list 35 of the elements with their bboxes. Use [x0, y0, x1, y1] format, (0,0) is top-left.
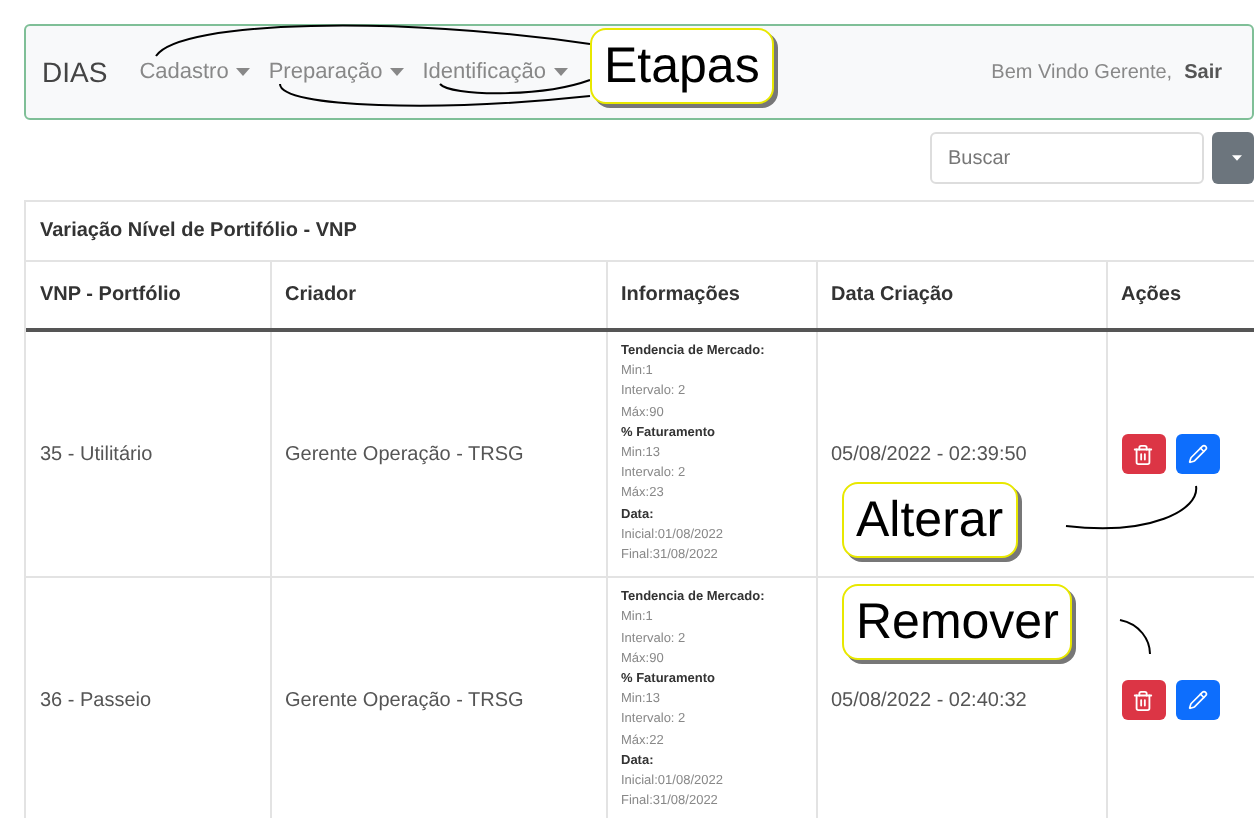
caret-icon — [390, 68, 405, 76]
column-header: Informações — [606, 262, 816, 330]
menu-item[interactable]: Cadastro — [139, 60, 251, 84]
caret-icon — [553, 68, 568, 76]
logout-link[interactable]: Sair — [1184, 61, 1222, 83]
pencil-icon — [1187, 690, 1207, 711]
trash-icon — [1132, 689, 1154, 712]
delete-button[interactable] — [1121, 434, 1165, 475]
column-header: Ações — [1106, 262, 1254, 330]
table-cell: Gerente Operação - TRSG — [270, 330, 606, 578]
pencil-icon — [1187, 444, 1207, 465]
search-field[interactable]: Buscar — [930, 132, 1204, 184]
caret-icon — [1232, 154, 1242, 162]
callout-label: Alterar — [842, 482, 1018, 558]
menu-item[interactable]: Identificação — [422, 60, 568, 84]
dropdown-button[interactable] — [1212, 132, 1254, 184]
edit-button[interactable] — [1175, 680, 1219, 721]
column-header: Data Criação — [816, 262, 1106, 330]
callout-label: Remover — [842, 584, 1073, 660]
card-title: Variação Nível de Portifólio - VNP — [26, 202, 1254, 262]
brand[interactable]: DIAS — [42, 56, 108, 88]
caret-icon — [236, 68, 251, 76]
edit-button[interactable] — [1175, 434, 1219, 475]
trash-icon — [1132, 443, 1154, 466]
table-cell: 35 - Utilitário — [26, 330, 270, 578]
greeting: Bem Vindo Gerente, — [991, 61, 1173, 83]
leader-line — [1119, 619, 1151, 655]
column-header: Criador — [270, 262, 606, 330]
callout-label: Etapas — [590, 28, 774, 104]
table-cell: 36 - Passeio — [26, 577, 270, 818]
menu-item[interactable]: Preparação — [268, 60, 405, 84]
column-header: VNP - Portfólio — [26, 262, 270, 330]
leader-line — [1065, 485, 1197, 530]
table-cell: Gerente Operação - TRSG — [270, 577, 606, 818]
delete-button[interactable] — [1121, 680, 1165, 721]
